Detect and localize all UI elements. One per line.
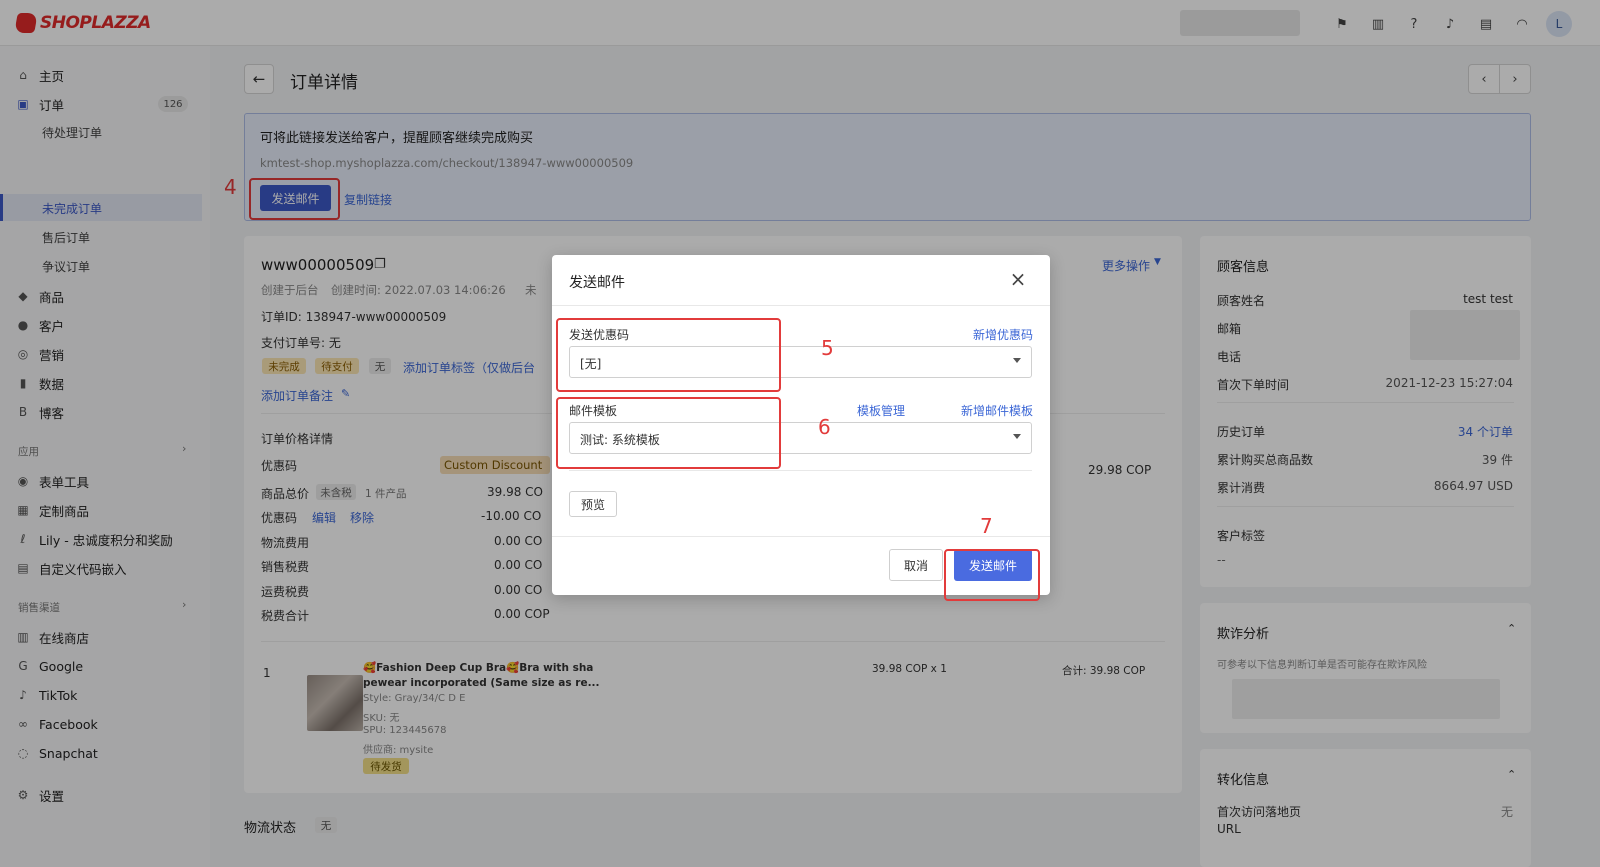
caret-down-icon: [1013, 434, 1021, 439]
modal-title: 发送邮件: [569, 275, 625, 291]
step-6-label: 6: [818, 415, 831, 439]
add-discount-code-link[interactable]: 新增优惠码: [973, 326, 1033, 343]
highlight-step-6: [556, 397, 781, 469]
preview-button[interactable]: 预览: [569, 491, 617, 517]
highlight-step-5: [556, 318, 781, 392]
highlight-step-7: [944, 549, 1040, 601]
step-7-label: 7: [980, 514, 993, 538]
close-icon[interactable]: ×: [1006, 267, 1030, 291]
caret-down-icon: [1013, 358, 1021, 363]
template-manage-link[interactable]: 模板管理: [857, 402, 905, 419]
step-5-label: 5: [821, 336, 834, 360]
add-email-template-link[interactable]: 新增邮件模板: [961, 402, 1033, 419]
cancel-button[interactable]: 取消: [889, 549, 943, 581]
